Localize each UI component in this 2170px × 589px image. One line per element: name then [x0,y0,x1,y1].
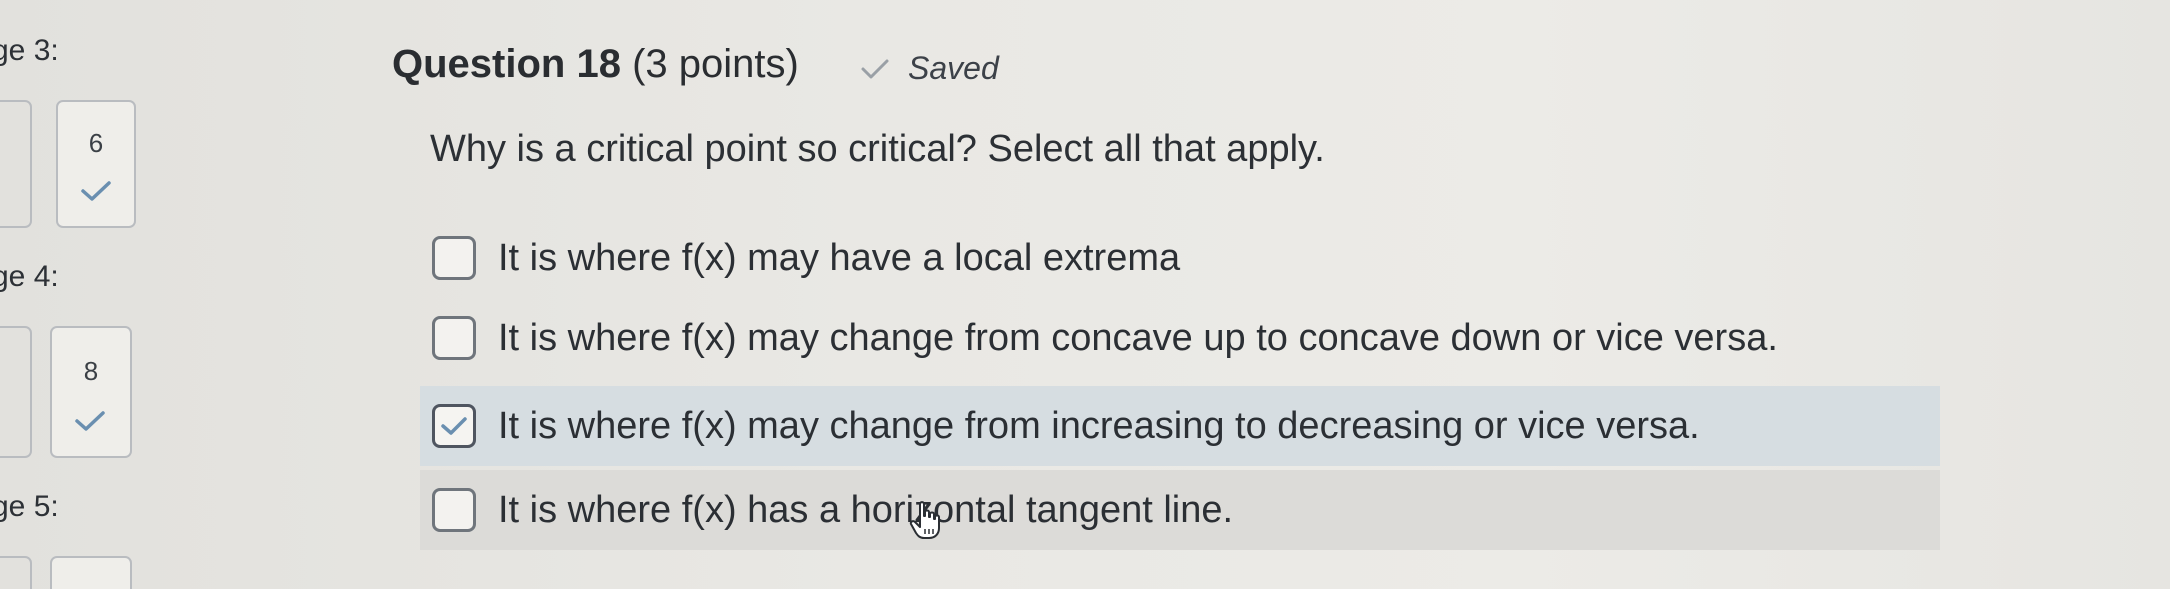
option-checkbox[interactable] [432,488,476,532]
question-tile-8[interactable]: 8 [50,326,132,458]
page-3-label: ge 3: [0,34,59,67]
question-title: Question 18 (3 points) [392,42,799,87]
saved-label: Saved [908,50,999,86]
question-number: 6 [88,128,104,158]
option-label: It is where f(x) has a horizontal tangen… [498,488,1234,531]
option-label: It is where f(x) may have a local extrem… [498,236,1181,279]
answer-option-1[interactable]: It is where f(x) may have a local extrem… [420,218,1940,298]
page-4-label: ge 4: [0,260,59,293]
page-5-label: ge 5: [0,490,59,523]
answer-option-3[interactable]: It is where f(x) may change from increas… [420,386,1940,466]
option-checkbox[interactable] [432,316,476,360]
question-number-label: Question 18 [392,42,621,86]
answer-option-4[interactable]: It is where f(x) has a horizontal tangen… [420,470,1940,550]
answered-check-icon [75,411,105,431]
question-tile-partial[interactable] [0,326,32,458]
question-tile-6[interactable]: 6 [56,100,136,228]
checkbox-check-icon [441,417,467,435]
answer-option-2[interactable]: It is where f(x) may change from concave… [420,298,1940,378]
option-label: It is where f(x) may change from concave… [498,316,1778,359]
saved-status: Saved [860,50,999,87]
quiz-page: ge 3: 6 ge 4: 8 ge 5: Question 18 (3 poi… [0,0,2170,589]
hand-pointer-icon [909,501,940,539]
question-prompt: Why is a critical point so critical? Sel… [430,128,1325,170]
question-number: 8 [83,356,99,386]
question-tile-partial[interactable] [0,100,32,228]
option-checkbox-checked[interactable] [432,404,476,448]
question-tile-partial[interactable] [0,556,32,589]
saved-check-icon [861,59,889,78]
answered-check-icon [81,181,111,201]
question-navigator: ge 3: 6 ge 4: 8 ge 5: [0,0,200,589]
option-checkbox[interactable] [432,236,476,280]
question-points: (3 points) [632,42,799,86]
question-tile-next[interactable] [50,556,132,589]
option-label: It is where f(x) may change from increas… [498,404,1700,447]
